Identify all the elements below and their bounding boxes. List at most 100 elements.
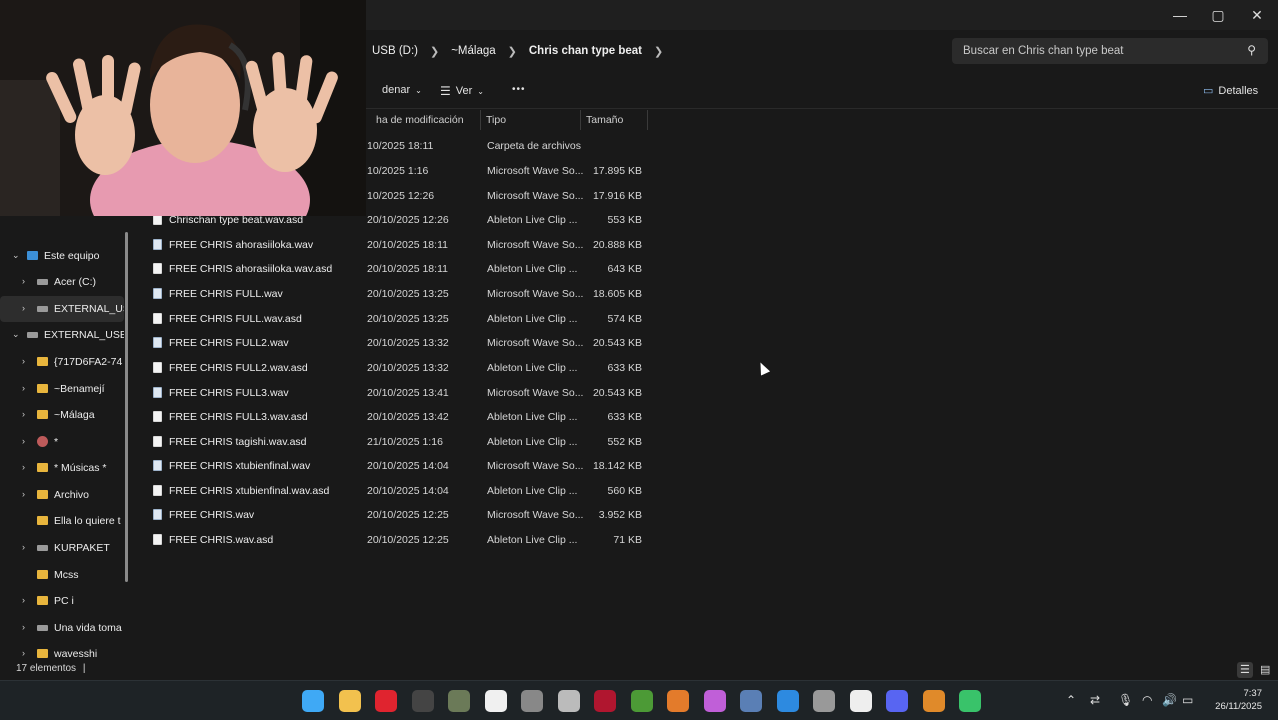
- minimize-button[interactable]: —: [1160, 0, 1200, 30]
- file-row[interactable]: FREE CHRIS.wav.asd 20/10/2025 12:25 Ableto…: [145, 528, 655, 552]
- battery-icon[interactable]: ▭: [1182, 693, 1193, 707]
- capcut-icon[interactable]: [849, 690, 872, 712]
- nav-chevron-icon[interactable]: ›: [22, 462, 25, 472]
- column-header-size[interactable]: Tamaño: [586, 114, 623, 126]
- nav-chevron-icon[interactable]: ›: [22, 383, 25, 393]
- tiles-view-toggle[interactable]: ▤: [1257, 662, 1273, 678]
- chevron-right-icon[interactable]: ❯: [654, 45, 663, 58]
- file-icon: [153, 263, 162, 274]
- wifi-icon[interactable]: ◠: [1142, 693, 1152, 707]
- nav-chevron-icon[interactable]: ›: [22, 622, 25, 632]
- breadcrumb-item[interactable]: ~Málaga: [451, 45, 495, 57]
- app-icon[interactable]: [959, 690, 981, 712]
- view-button[interactable]: ☰ Ver ⌄: [440, 84, 484, 98]
- column-separator[interactable]: [580, 110, 581, 130]
- nav-item[interactable]: › Acer (C:): [0, 269, 124, 295]
- nav-item[interactable]: ⌄ Este equipo: [0, 243, 124, 269]
- file-row[interactable]: FREE CHRIS xtubienfinal.wav 20/10/2025 14…: [145, 454, 655, 478]
- app-icon[interactable]: [448, 690, 470, 712]
- file-row[interactable]: FREE CHRIS FULL.wav 20/10/2025 13:25 Micro…: [145, 282, 655, 306]
- nav-item[interactable]: › wavesshi: [0, 641, 124, 664]
- nav-item[interactable]: › * Músicas *: [0, 455, 124, 481]
- nav-item[interactable]: › ~Málaga: [0, 402, 124, 428]
- details-button[interactable]: ▭ Detalles: [1203, 84, 1258, 98]
- drive-icon: [27, 332, 38, 338]
- volume-icon[interactable]: 🔊: [1162, 693, 1177, 707]
- opera-icon[interactable]: [375, 690, 397, 712]
- audio-file-icon: [153, 239, 162, 250]
- file-row[interactable]: FREE CHRIS FULL3.wav.asd 20/10/2025 13:42…: [145, 405, 655, 429]
- discord-icon[interactable]: [886, 690, 908, 712]
- app-icon[interactable]: [411, 690, 434, 712]
- file-row[interactable]: FREE CHRIS FULL3.wav 20/10/2025 13:41 Micr…: [145, 381, 655, 405]
- settings-icon[interactable]: [667, 690, 689, 712]
- maximize-button[interactable]: ▢: [1198, 0, 1238, 30]
- app-icon[interactable]: [557, 690, 580, 712]
- nav-chevron-icon[interactable]: ›: [22, 276, 25, 286]
- app-icon: [37, 436, 48, 447]
- nav-chevron-icon[interactable]: ›: [22, 436, 25, 446]
- nav-item[interactable]: › *: [0, 429, 124, 455]
- file-row[interactable]: FREE CHRIS FULL.wav.asd 20/10/2025 13:25 A…: [145, 307, 655, 331]
- nav-item-label: wavesshi: [54, 648, 98, 660]
- nav-chevron-icon[interactable]: ›: [22, 595, 25, 605]
- chevron-up-icon[interactable]: ⌃: [1066, 693, 1076, 707]
- file-row[interactable]: FREE CHRIS ahorasiiloka.wav 20/10/2025 18…: [145, 233, 655, 257]
- nav-item[interactable]: › PC i: [0, 588, 124, 614]
- app-icon[interactable]: [484, 690, 507, 712]
- nav-scrollbar[interactable]: [125, 232, 128, 582]
- app-icon[interactable]: [740, 690, 762, 712]
- sort-button[interactable]: denar ⌄: [382, 84, 422, 96]
- file-row[interactable]: FREE CHRIS tagishi.wav.asd 21/10/2025 1:1…: [145, 430, 655, 454]
- nav-chevron-icon[interactable]: ›: [22, 648, 25, 658]
- tray-app-icon[interactable]: ⇄: [1090, 693, 1100, 707]
- column-header-type[interactable]: Tipo: [486, 114, 506, 126]
- microphone-icon[interactable]: 🎙: [1118, 693, 1133, 707]
- nav-item[interactable]: › Archivo: [0, 482, 124, 508]
- details-view-toggle[interactable]: ☰: [1237, 662, 1253, 678]
- file-row[interactable]: FREE CHRIS FULL2.wav.asd 20/10/2025 13:32…: [145, 356, 655, 380]
- nav-chevron-icon[interactable]: ›: [22, 489, 25, 499]
- nav-item[interactable]: › EXTERNAL_USB: [0, 296, 124, 322]
- app-icon[interactable]: [703, 690, 726, 712]
- nav-chevron-icon[interactable]: ›: [22, 303, 25, 313]
- nav-item-label: EXTERNAL_USB: [54, 303, 124, 315]
- nav-item[interactable]: › KURPAKET: [0, 535, 124, 561]
- search-input[interactable]: Buscar en Chris chan type beat ⚲: [952, 38, 1268, 64]
- minecraft-icon[interactable]: [630, 690, 653, 712]
- app-icon[interactable]: [776, 690, 799, 712]
- breadcrumb-item[interactable]: Chris chan type beat: [529, 45, 642, 57]
- file-explorer-icon[interactable]: [338, 690, 361, 712]
- nav-chevron-icon[interactable]: ⌄: [12, 329, 20, 340]
- nav-chevron-icon[interactable]: ›: [22, 409, 25, 419]
- nav-item[interactable]: › Una vida toma: [0, 615, 124, 641]
- file-row[interactable]: FREE CHRIS FULL2.wav 20/10/2025 13:32 Micr…: [145, 331, 655, 355]
- column-separator[interactable]: [647, 110, 648, 130]
- file-row[interactable]: FREE CHRIS ahorasiiloka.wav.asd 20/10/202…: [145, 257, 655, 281]
- close-button[interactable]: ✕: [1237, 0, 1277, 30]
- clock-date: 26/11/2025: [1215, 701, 1262, 712]
- app-icon[interactable]: [521, 690, 543, 712]
- file-row[interactable]: FREE CHRIS.wav 20/10/2025 12:25 Microsoft …: [145, 503, 655, 527]
- nav-item[interactable]: › ~Benamejí: [0, 376, 124, 402]
- nav-chevron-icon[interactable]: ⌄: [12, 250, 20, 261]
- nav-item[interactable]: ⌄ EXTERNAL_USB: [0, 322, 124, 348]
- nav-item[interactable]: › {717D6FA2-74: [0, 349, 124, 375]
- nav-item[interactable]: Ella lo quiere t: [0, 508, 124, 534]
- column-header-date[interactable]: ha de modificación: [376, 114, 464, 126]
- obs-icon[interactable]: [813, 690, 835, 712]
- more-options-button[interactable]: •••: [512, 84, 526, 95]
- clock[interactable]: 7:37 26/11/2025: [1198, 687, 1262, 713]
- folder-icon: [37, 357, 48, 366]
- drive-icon: [37, 625, 48, 631]
- app-icon[interactable]: [922, 690, 945, 712]
- column-separator[interactable]: [480, 110, 481, 130]
- file-date: 20/10/2025 14:04: [367, 460, 449, 472]
- file-row[interactable]: FREE CHRIS xtubienfinal.wav.asd 20/10/202…: [145, 479, 655, 503]
- app-icon[interactable]: [594, 690, 616, 712]
- nav-chevron-icon[interactable]: ›: [22, 356, 25, 366]
- nav-item[interactable]: Mcss: [0, 562, 124, 588]
- breadcrumb-item[interactable]: USB (D:): [372, 45, 418, 57]
- nav-chevron-icon[interactable]: ›: [22, 542, 25, 552]
- windows-start-icon[interactable]: [302, 690, 324, 712]
